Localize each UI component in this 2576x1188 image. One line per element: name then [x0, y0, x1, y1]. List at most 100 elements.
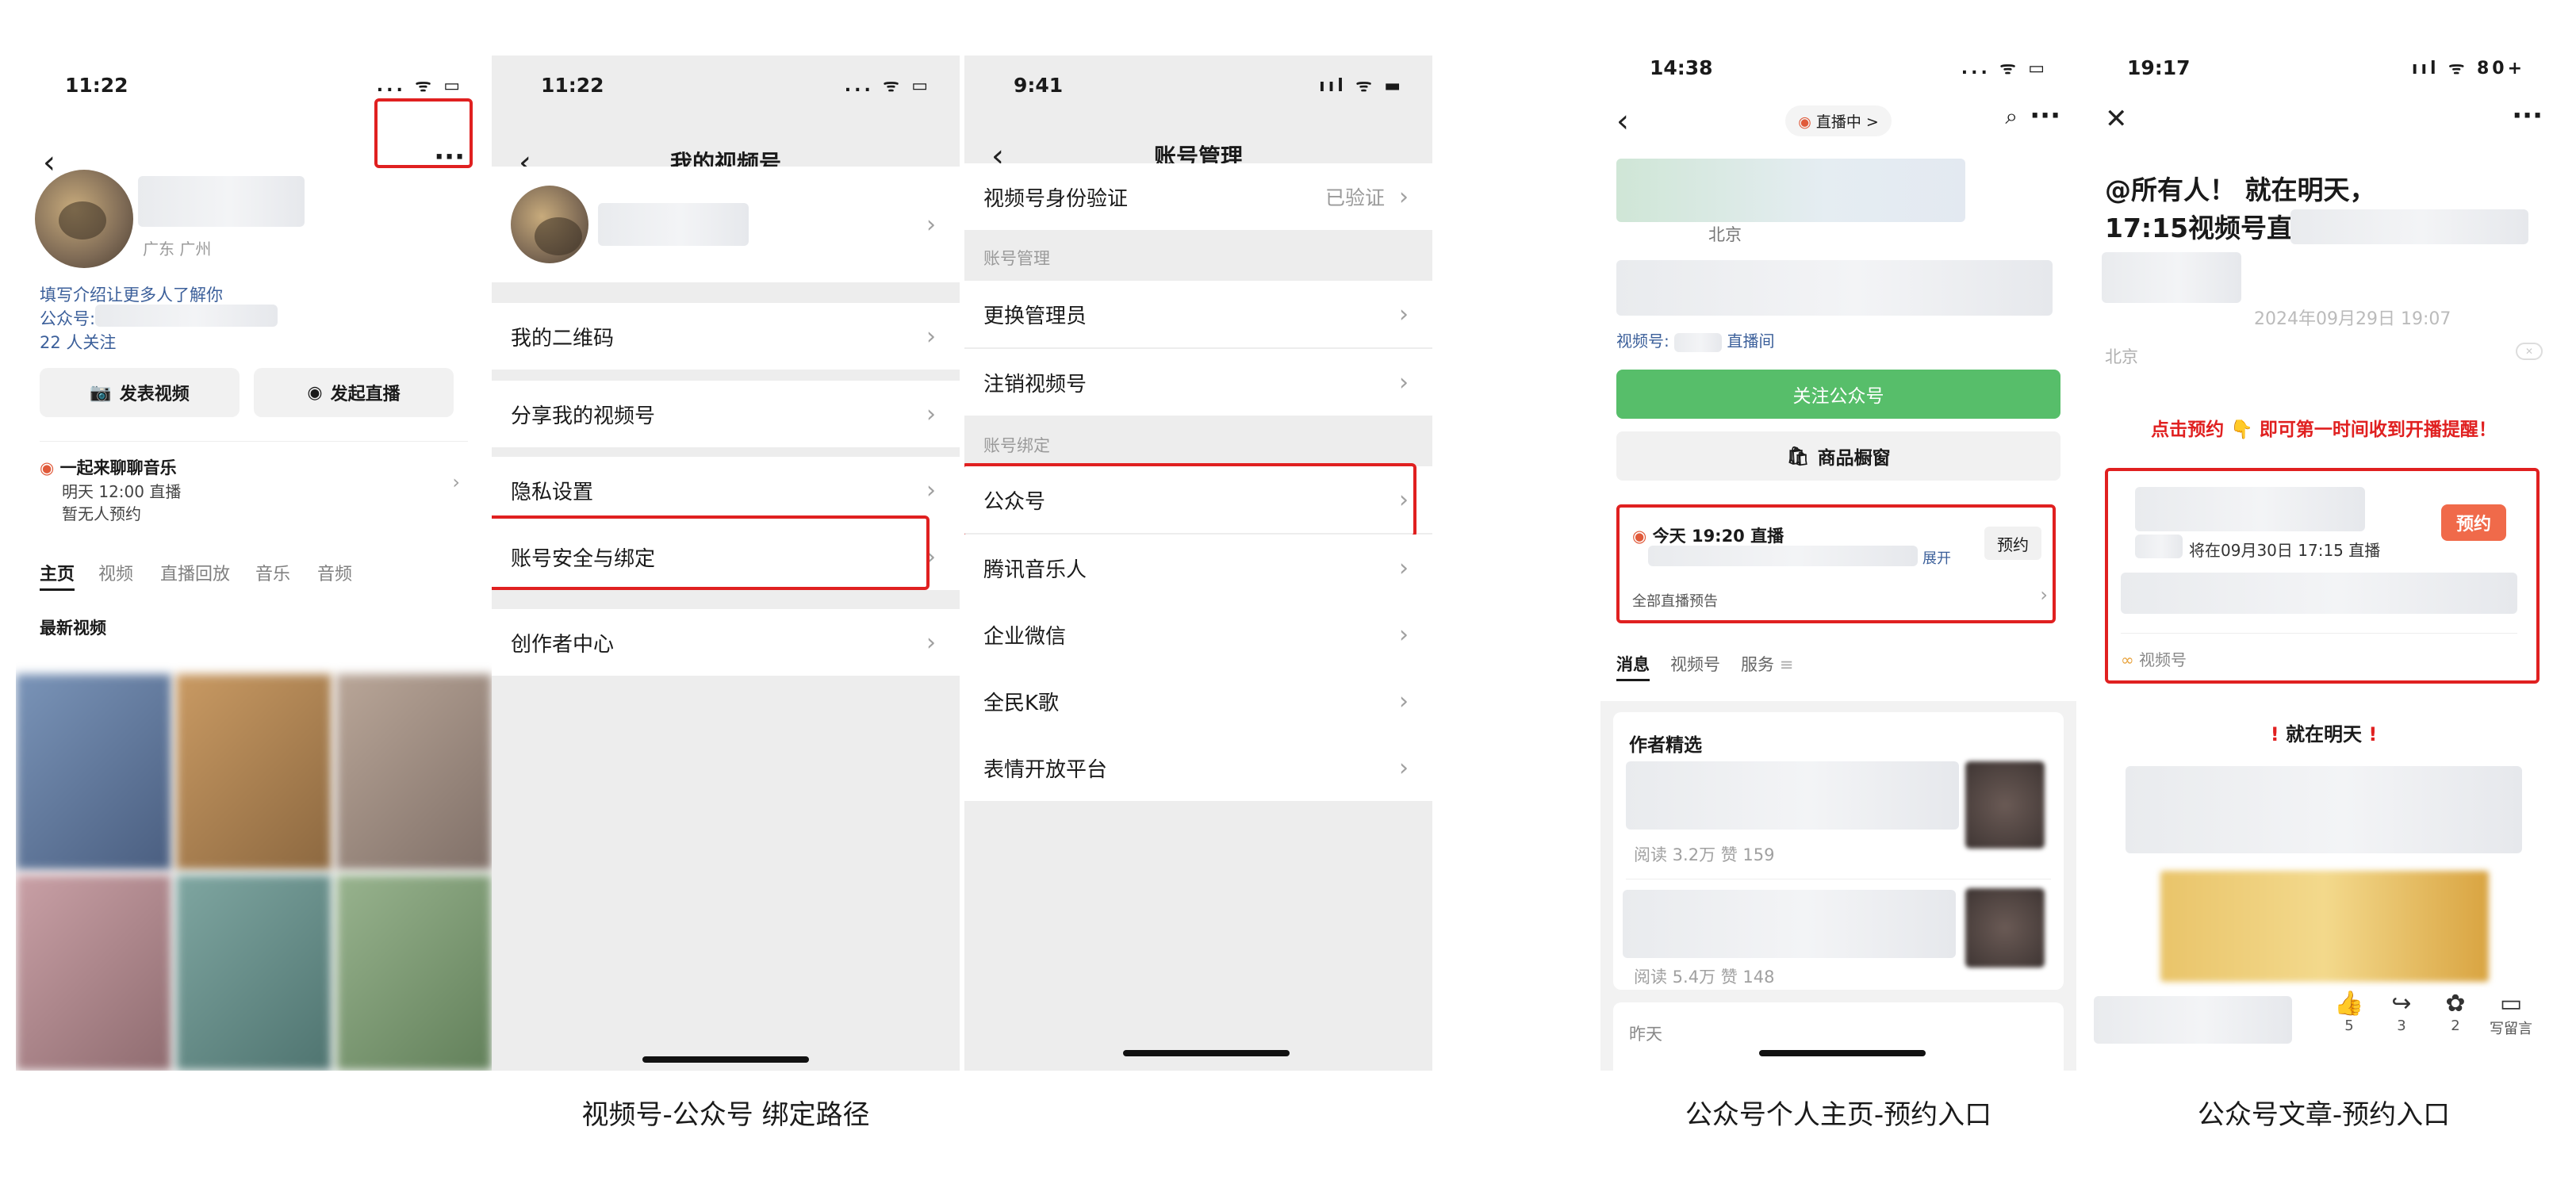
row-creator-center[interactable]: 创作者中心 › — [492, 609, 960, 676]
article-thumb[interactable] — [1965, 888, 2045, 968]
live-reservations: 暂无人预约 — [62, 504, 141, 523]
more-icon[interactable]: ··· — [2512, 100, 2543, 132]
close-icon[interactable]: ✕ — [2105, 103, 2128, 135]
like-button[interactable]: 👍 5 — [2332, 990, 2367, 1034]
exclamation-icon: ! — [2368, 723, 2378, 745]
divider — [1626, 879, 2051, 880]
follow-account-button[interactable]: 关注公众号 — [1616, 370, 2060, 419]
tab-music[interactable]: 音乐 — [255, 560, 290, 585]
row-label: 我的二维码 — [511, 326, 615, 351]
video-thumb[interactable] — [336, 674, 492, 870]
author-picks-card: 作者精选 阅读 3.2万 赞 159 阅读 5.4万 赞 148 — [1613, 712, 2064, 990]
reserve-button[interactable]: 预约 — [2441, 504, 2506, 541]
live-title: 一起来聊聊音乐 — [59, 458, 177, 477]
blurred-host — [2135, 535, 2183, 558]
highlight-account-security — [492, 515, 930, 590]
start-live-button[interactable]: ◉ 发起直播 — [254, 368, 454, 417]
tab-audio[interactable]: 音频 — [317, 560, 352, 585]
share-button[interactable]: ↪ 3 — [2384, 990, 2419, 1034]
chevron-right-icon: › — [1399, 620, 1409, 649]
comment-button[interactable]: ▭ 写留言 — [2479, 990, 2543, 1038]
all-live-previews-link[interactable]: 全部直播预告 — [1632, 590, 1718, 611]
status-icons: ... ᯤ ▭ — [1961, 59, 2048, 79]
video-thumb[interactable] — [16, 674, 171, 870]
tab-live-replay[interactable]: 直播回放 — [160, 560, 230, 585]
tab-channels[interactable]: 视频号 — [1670, 652, 1720, 681]
channel-source[interactable]: ∞ 视频号 — [2121, 647, 2187, 670]
publish-video-button[interactable]: 📷 发表视频 — [40, 368, 240, 417]
row-sticker-platform[interactable]: 表情开放平台 › — [964, 734, 1432, 801]
status-bar: 11:22 ... ᯤ ▭ — [492, 56, 960, 114]
status-bar: 9:41 ııl ᯤ ▬ — [964, 56, 1432, 114]
row-identity-verification[interactable]: 视频号身份验证 已验证 › — [964, 163, 1432, 230]
status-icons: ııl ᯤ 80+ — [2411, 59, 2525, 79]
live-notice[interactable]: ◉ 今天 19:20 直播 — [1632, 523, 1784, 547]
more-icon[interactable]: ··· — [2030, 100, 2060, 132]
tab-services[interactable]: 服务 ≡ — [1741, 652, 1793, 681]
blurred-article-title[interactable] — [1626, 761, 1959, 830]
row-label: 视频号身份验证 — [983, 186, 1129, 211]
row-label: 企业微信 — [983, 624, 1067, 649]
row-label: 分享我的视频号 — [511, 404, 656, 428]
channel-profile-row[interactable]: › — [492, 167, 960, 282]
wow-button[interactable]: ✿ 2 — [2438, 990, 2473, 1034]
status-time: 11:22 — [541, 73, 604, 97]
channels-link[interactable]: 视频号: 直播间 — [1616, 328, 1774, 352]
back-arrow-icon[interactable]: ‹ — [1616, 103, 1629, 140]
nav-bar: ✕ ··· — [2094, 97, 2554, 144]
blurred-headline-end — [2290, 209, 2528, 244]
channels-label: 视频号: — [1616, 331, 1669, 351]
home-indicator — [1123, 1050, 1290, 1056]
row-share-channel[interactable]: 分享我的视频号 › — [492, 381, 960, 447]
row-cancel-channel[interactable]: 注销视频号 › — [964, 349, 1432, 416]
row-label: 隐私设置 — [511, 480, 594, 504]
expand-link[interactable]: 展开 — [1922, 547, 1951, 568]
status-icons: ... ᯤ ▭ — [844, 76, 931, 96]
row-privacy[interactable]: 隐私设置 › — [492, 457, 960, 523]
blurred-article-body — [2126, 766, 2522, 853]
live-preview-item[interactable]: ◉ 一起来聊聊音乐 — [40, 455, 177, 479]
tab-video[interactable]: 视频 — [98, 560, 133, 585]
chevron-right-icon: › — [926, 210, 936, 239]
chevron-right-icon: › — [1399, 554, 1409, 582]
shop-window-button[interactable]: 🛍 商品橱窗 — [1616, 431, 2060, 481]
chevron-right-icon: › — [2040, 584, 2048, 606]
home-indicator — [1759, 1050, 1926, 1056]
tab-home[interactable]: 主页 — [40, 560, 75, 591]
row-qr-code[interactable]: 我的二维码 › — [492, 303, 960, 370]
blurred-account-name — [95, 305, 278, 327]
video-thumb[interactable] — [16, 875, 171, 1071]
article-thumb[interactable] — [1965, 761, 2045, 849]
blurred-account-intro — [1616, 260, 2053, 316]
back-arrow-icon[interactable]: ‹ — [43, 144, 56, 181]
avatar[interactable] — [35, 170, 133, 268]
row-change-admin[interactable]: 更换管理员 › — [964, 281, 1432, 347]
share-icon: ↪ — [2391, 990, 2412, 1017]
tab-messages[interactable]: 消息 — [1616, 652, 1650, 681]
close-icon[interactable]: ✕ — [2516, 343, 2543, 360]
comment-icon: ▭ — [2499, 990, 2523, 1017]
author-picks-heading: 作者精选 — [1629, 735, 1702, 756]
row-tencent-musician[interactable]: 腾讯音乐人 › — [964, 535, 1432, 601]
followers-count[interactable]: 22 人关注 — [40, 330, 116, 354]
video-thumb[interactable] — [176, 875, 332, 1071]
video-thumb[interactable] — [336, 875, 492, 1071]
tomorrow-text: 就在明天 — [2286, 723, 2362, 745]
official-account-label[interactable]: 公众号: — [40, 306, 95, 330]
row-wecom[interactable]: 企业微信 › — [964, 601, 1432, 668]
row-wesing[interactable]: 全民K歌 › — [964, 668, 1432, 734]
live-badge-label: 直播中 > — [1815, 113, 1879, 131]
caption-account-home: 公众号个人主页-预约入口 — [1685, 1099, 1992, 1131]
message-feed: 作者精选 阅读 3.2万 赞 159 阅读 5.4万 赞 148 昨天 — [1600, 701, 2076, 1071]
reserve-button[interactable]: 预约 — [1984, 527, 2041, 560]
video-thumb[interactable] — [176, 674, 332, 870]
intro-link[interactable]: 填写介绍让更多人了解你 — [40, 282, 223, 306]
live-now-badge[interactable]: ◉ 直播中 > — [1785, 105, 1892, 136]
status-time: 9:41 — [1014, 73, 1064, 97]
nav-bar: ‹ ◉ 直播中 > ⌕ ··· — [1600, 97, 2076, 144]
blurred-poster-image — [2160, 871, 2489, 982]
phone-official-account-home: 14:38 ... ᯤ ▭ ‹ ◉ 直播中 > ⌕ ··· 北京 视频号: 直播… — [1600, 56, 2076, 1071]
blurred-live-title — [2135, 487, 2365, 531]
search-icon[interactable]: ⌕ — [2005, 103, 2018, 130]
blurred-article-title[interactable] — [1623, 890, 1956, 958]
